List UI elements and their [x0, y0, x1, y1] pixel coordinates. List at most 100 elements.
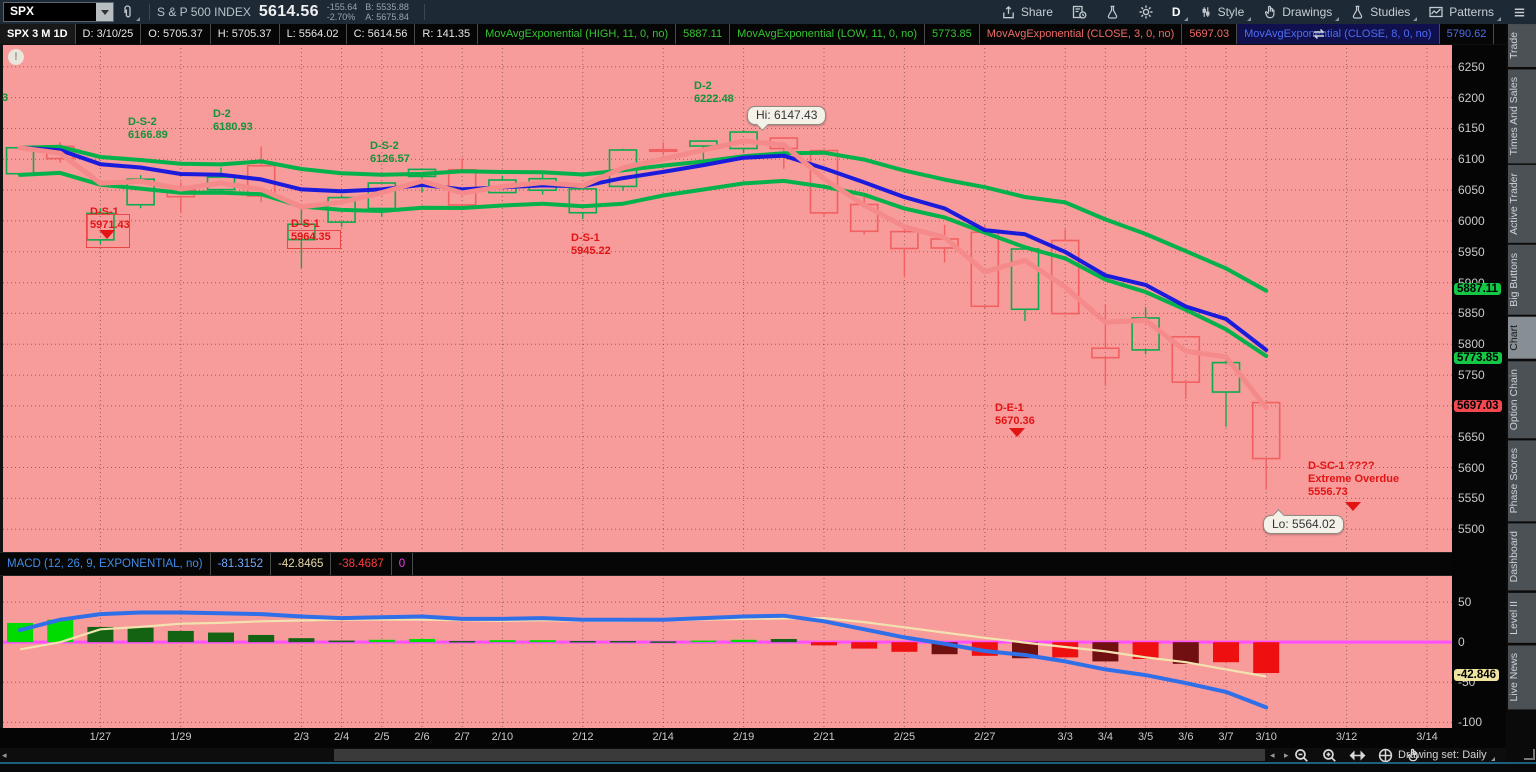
symbol-input[interactable]: SPX — [4, 3, 96, 21]
share-button[interactable]: Share — [992, 0, 1062, 24]
study-label-1[interactable]: MovAvgExponential (LOW, 11, 0, no) — [730, 24, 926, 44]
analysis-tools-button[interactable] — [1096, 0, 1129, 24]
study-label-0[interactable]: MovAvgExponential (HIGH, 11, 0, no) — [478, 24, 677, 44]
symbol-description: S & P 500 INDEX — [157, 5, 251, 19]
macd-histogram-bar — [891, 642, 918, 652]
sidebar-tab-times-and-sales[interactable]: Times And Sales — [1508, 69, 1536, 164]
sidebar-tab-level-ii[interactable]: Level II — [1508, 592, 1536, 643]
macd-histogram-bar — [248, 634, 275, 643]
studies-button[interactable]: Studies — [1341, 0, 1419, 24]
scrollbar-thumb[interactable] — [334, 749, 1265, 761]
zoom-in-icon[interactable] — [1321, 747, 1338, 764]
sidebar-tab-dashboard[interactable]: Dashboard — [1508, 523, 1536, 591]
pan-mode-icon[interactable] — [1377, 747, 1394, 764]
time-axis[interactable]: 1/27 1/29 2/3 2/4 2/5 2/6 2/7 2/10 2/12 2/14 2/19 2… — [0, 728, 1452, 748]
price-axis-label: 6000 — [1458, 213, 1485, 228]
settings-button[interactable] — [1129, 0, 1163, 24]
price-axis-label: 6100 — [1458, 152, 1485, 167]
time-axis-label: 3/10 — [1255, 731, 1277, 743]
price-bubble: 5887.11 — [1454, 282, 1501, 295]
flask-icon — [1107, 5, 1118, 19]
macd-histogram-bar — [127, 627, 154, 643]
macd-histogram-bar — [690, 640, 717, 643]
study-value-2: 5697.03 — [1182, 24, 1238, 44]
bid-value: B: 5535.88 — [365, 2, 409, 12]
sidebar-tab-phase-scores[interactable]: Phase Scores — [1508, 440, 1536, 522]
macd-axis-label: -100 — [1458, 715, 1483, 730]
note-clock-icon — [1072, 5, 1087, 19]
price-axis-label: 5650 — [1458, 429, 1485, 444]
sidebar-tab-active-trader[interactable]: Active Trader — [1508, 165, 1536, 244]
macd-value-2: -38.4687 — [331, 553, 392, 575]
price-axis-label: 5750 — [1458, 368, 1485, 383]
macd-axis-label: 0 — [1458, 635, 1465, 650]
sidebar-tab-option-chain[interactable]: Option Chain — [1508, 360, 1536, 438]
horizontal-expand-icon[interactable] — [1349, 747, 1366, 764]
sidebar-tab-live-news[interactable]: Live News — [1508, 644, 1536, 710]
percent-change: -2.70% — [326, 12, 356, 22]
style-button[interactable]: Style — [1190, 0, 1254, 24]
macd-histogram-bar — [730, 639, 757, 643]
macd-study-label[interactable]: MACD (12, 26, 9, EXPONENTIAL, no) — [0, 553, 211, 575]
macd-histogram-bar — [368, 639, 395, 643]
chart-data-strip: SPX 3 M 1D D: 3/10/25 O: 5705.37 H: 5705.37… — [0, 24, 1506, 45]
pan-right-icon[interactable]: ▸ — [1284, 750, 1289, 760]
macd-histogram-bar — [811, 642, 837, 646]
share-icon — [1003, 5, 1014, 18]
macd-histogram-bar — [529, 640, 556, 643]
resize-grip-icon[interactable] — [1524, 749, 1535, 760]
chart-notes-button[interactable] — [1062, 0, 1096, 24]
time-axis-label: 3/7 — [1218, 731, 1234, 743]
sidebar-tab-trade[interactable]: Trade — [1508, 24, 1536, 68]
macd-histogram-bar — [449, 640, 476, 643]
macd-histogram-bar — [1213, 642, 1239, 663]
macd-histogram-bar — [328, 640, 355, 643]
drawing-set-selector[interactable]: Drawing set: Daily — [1398, 749, 1495, 761]
ohlc-cell-1: O: 5705.37 — [141, 24, 211, 44]
study-label-2[interactable]: MovAvgExponential (CLOSE, 3, 0, no) — [980, 24, 1183, 44]
info-icon[interactable]: ! — [8, 49, 24, 65]
time-axis-label: 3/12 — [1335, 731, 1358, 743]
price-axis-label: 5800 — [1458, 337, 1485, 352]
macd-axis-label: 50 — [1458, 595, 1472, 610]
patterns-button[interactable]: Patterns — [1419, 0, 1503, 24]
time-axis-label: 2/7 — [454, 731, 470, 743]
pan-left-icon[interactable]: ◂ — [1270, 750, 1275, 760]
study-label-3[interactable]: MovAvgExponential (CLOSE, 8, 0, no) — [1237, 24, 1440, 44]
timeframe-button[interactable]: D — [1163, 0, 1190, 24]
sidebar-tab-chart[interactable]: Chart — [1508, 317, 1536, 359]
macd-histogram-bar — [288, 638, 315, 643]
flask-icon — [1353, 5, 1363, 19]
macd-histogram-bar — [1052, 642, 1079, 658]
link-paperclip-icon[interactable] — [114, 0, 142, 24]
time-axis-label: 1/29 — [170, 731, 192, 743]
symbol-combobox[interactable]: SPX — [3, 2, 114, 22]
price-axis[interactable]: 6250620061506100605060005950590058505800… — [1452, 45, 1506, 748]
patterns-icon — [1429, 6, 1443, 18]
last-price: 5614.56 — [258, 3, 319, 20]
drawings-button[interactable]: Drawings — [1253, 0, 1341, 24]
net-change: -155.64 — [326, 2, 358, 12]
time-axis-label: 2/6 — [414, 731, 430, 743]
sidebar-tab-big-buttons[interactable]: Big Buttons — [1508, 245, 1536, 316]
chart-canvas[interactable] — [0, 0, 1452, 762]
price-axis-label: 5950 — [1458, 244, 1485, 259]
chevron-down-icon — [100, 9, 109, 15]
hand-drawing-icon — [1265, 5, 1275, 19]
menu-button[interactable] — [1503, 0, 1536, 24]
candle-body — [648, 148, 678, 153]
chart-swap-icon[interactable] — [1310, 25, 1328, 43]
time-axis-label: 2/5 — [374, 731, 390, 743]
symbol-dropdown-button[interactable] — [96, 3, 113, 21]
change-block: -155.64 -2.70% — [327, 2, 358, 22]
time-axis-label: 3/5 — [1137, 731, 1154, 743]
price-axis-label: 6050 — [1458, 183, 1485, 198]
time-axis-label: 2/12 — [572, 731, 594, 743]
time-axis-label: 2/25 — [893, 731, 916, 743]
macd-value-bubble: -42.846 — [1454, 668, 1500, 681]
macd-histogram-bar — [409, 638, 435, 643]
chart-id-cell: SPX 3 M 1D — [0, 24, 76, 44]
horizontal-scrollbar[interactable]: ◂ ◂ ▸ Drawing set: Daily — [0, 748, 1506, 762]
scroll-left-icon[interactable]: ◂ — [2, 750, 7, 760]
zoom-out-icon[interactable] — [1293, 747, 1310, 764]
